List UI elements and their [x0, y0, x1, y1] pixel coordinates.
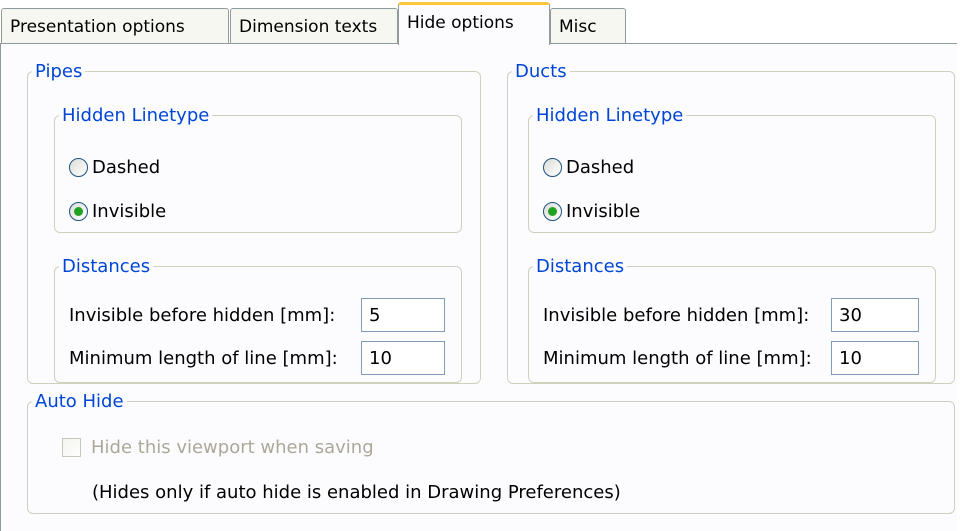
ducts-dashed-radio[interactable]: Dashed — [543, 154, 634, 180]
radio-checked-icon — [543, 201, 562, 221]
tab-misc[interactable]: Misc — [550, 8, 626, 44]
ducts-invisible-before-hidden-input[interactable] — [831, 298, 919, 332]
radio-unchecked-icon — [69, 157, 88, 177]
ducts-min-length-input[interactable] — [831, 341, 919, 375]
tab-dimension-texts[interactable]: Dimension texts — [230, 8, 398, 44]
ducts-distances-group: Distances Invisible before hidden [mm]: … — [528, 256, 936, 383]
pipes-invisible-before-hidden-label: Invisible before hidden [mm]: — [69, 304, 336, 326]
tab-strip: Presentation options Dimension texts Hid… — [0, 0, 960, 45]
pipes-dashed-label: Dashed — [92, 156, 161, 178]
pipes-min-length-input[interactable] — [361, 341, 445, 375]
tab-panel: Pipes Hidden Linetype Dashed Invisible D… — [0, 43, 959, 531]
pipes-invisible-radio[interactable]: Invisible — [69, 198, 166, 224]
pipes-invisible-before-hidden-row: Invisible before hidden [mm]: — [69, 298, 335, 332]
pipes-linetype-title: Hidden Linetype — [62, 105, 210, 126]
ducts-min-length-label: Minimum length of line [mm]: — [543, 347, 812, 369]
pipes-distances-group: Distances Invisible before hidden [mm]: … — [54, 256, 462, 383]
ducts-group-title: Ducts — [515, 61, 567, 82]
hide-viewport-checkbox-row[interactable]: Hide this viewport when saving — [62, 434, 374, 460]
pipes-min-length-label: Minimum length of line [mm]: — [69, 347, 338, 369]
pipes-distances-title: Distances — [62, 256, 151, 277]
pipes-linetype-group: Hidden Linetype Dashed Invisible — [54, 105, 462, 233]
pipes-group-title: Pipes — [35, 61, 83, 82]
ducts-linetype-group: Hidden Linetype Dashed Invisible — [528, 105, 936, 233]
pipes-min-length-row: Minimum length of line [mm]: — [69, 341, 338, 375]
ducts-invisible-before-hidden-label: Invisible before hidden [mm]: — [543, 304, 810, 326]
pipes-invisible-label: Invisible — [92, 200, 167, 222]
tab-presentation-options[interactable]: Presentation options — [1, 8, 229, 44]
ducts-invisible-label: Invisible — [566, 200, 641, 222]
pipes-group: Pipes Hidden Linetype Dashed Invisible D… — [27, 61, 481, 384]
ducts-min-length-row: Minimum length of line [mm]: — [543, 341, 812, 375]
ducts-dashed-label: Dashed — [566, 156, 635, 178]
auto-hide-group: Auto Hide Hide this viewport when saving… — [27, 391, 955, 514]
ducts-invisible-radio[interactable]: Invisible — [543, 198, 640, 224]
hide-viewport-checkbox-label: Hide this viewport when saving — [91, 436, 374, 458]
radio-checked-icon — [69, 201, 88, 221]
pipes-dashed-radio[interactable]: Dashed — [69, 154, 160, 180]
radio-unchecked-icon — [543, 157, 562, 177]
pipes-invisible-before-hidden-input[interactable] — [361, 298, 445, 332]
tab-hide-options[interactable]: Hide options — [398, 2, 550, 45]
auto-hide-note: (Hides only if auto hide is enabled in D… — [92, 482, 621, 503]
ducts-linetype-title: Hidden Linetype — [536, 105, 684, 126]
ducts-invisible-before-hidden-row: Invisible before hidden [mm]: — [543, 298, 809, 332]
auto-hide-title: Auto Hide — [35, 391, 124, 412]
hide-viewport-checkbox[interactable] — [62, 437, 81, 457]
ducts-group: Ducts Hidden Linetype Dashed Invisible D… — [507, 61, 955, 384]
ducts-distances-title: Distances — [536, 256, 625, 277]
